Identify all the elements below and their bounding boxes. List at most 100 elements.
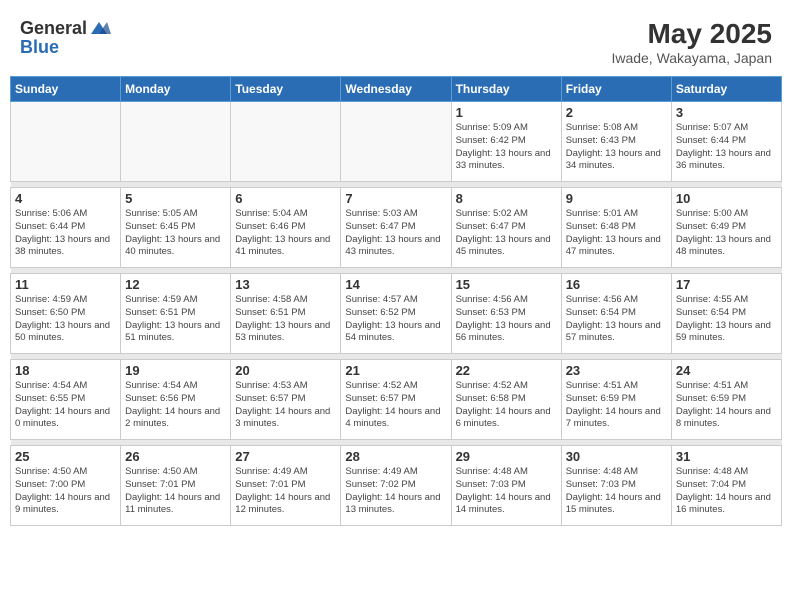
calendar-day: 31 Sunrise: 4:48 AMSunset: 7:04 PMDayligh… xyxy=(671,446,781,526)
sunset-info: Sunset: 6:52 PM xyxy=(345,307,415,318)
sunrise-info: Sunrise: 4:48 AM xyxy=(566,466,638,477)
sunset-info: Sunset: 7:02 PM xyxy=(345,479,415,490)
daylight-info: Daylight: 13 hours and 51 minutes. xyxy=(125,320,220,344)
sunset-info: Sunset: 6:55 PM xyxy=(15,393,85,404)
sunset-info: Sunset: 6:47 PM xyxy=(345,221,415,232)
day-info: Sunrise: 4:51 AMSunset: 6:59 PMDaylight:… xyxy=(566,380,667,431)
sunset-info: Sunset: 6:54 PM xyxy=(676,307,746,318)
daylight-info: Daylight: 13 hours and 43 minutes. xyxy=(345,234,440,258)
sunset-info: Sunset: 6:51 PM xyxy=(235,307,305,318)
logo-icon xyxy=(89,20,111,38)
page-container: General Blue May 2025 Iwade, Wakayama, J… xyxy=(10,10,782,526)
calendar-day: 25Sunrise: 4:50 AMSunset: 7:00 PMDayligh… xyxy=(11,446,121,526)
calendar-day: 26Sunrise: 4:50 AMSunset: 7:01 PMDayligh… xyxy=(121,446,231,526)
day-info: Sunrise: 5:04 AMSunset: 6:46 PMDaylight:… xyxy=(235,208,336,259)
sunrise-info: Sunrise: 4:57 AM xyxy=(345,294,417,305)
daylight-info: Daylight: 14 hours and 15 minutes. xyxy=(566,492,661,516)
sunrise-info: Sunrise: 4:49 AM xyxy=(345,466,417,477)
calendar-day: 21Sunrise: 4:52 AMSunset: 6:57 PMDayligh… xyxy=(341,360,451,440)
daylight-info: Daylight: 14 hours and 11 minutes. xyxy=(125,492,220,516)
daylight-info: Daylight: 14 hours and 7 minutes. xyxy=(566,406,661,430)
col-saturday: Saturday xyxy=(671,77,781,102)
sunset-info: Sunset: 6:56 PM xyxy=(125,393,195,404)
day-info: Sunrise: 4:58 AMSunset: 6:51 PMDaylight:… xyxy=(235,294,336,345)
day-info: Sunrise: 4:56 AMSunset: 6:53 PMDaylight:… xyxy=(456,294,557,345)
day-info: Sunrise: 5:03 AMSunset: 6:47 PMDaylight:… xyxy=(345,208,446,259)
day-number: 15 xyxy=(456,277,557,292)
sunrise-info: Sunrise: 4:59 AM xyxy=(125,294,197,305)
calendar-day: 23Sunrise: 4:51 AMSunset: 6:59 PMDayligh… xyxy=(561,360,671,440)
day-info: Sunrise: 4:48 AMSunset: 7:04 PMDaylight:… xyxy=(676,466,777,517)
calendar-day: 30Sunrise: 4:48 AMSunset: 7:03 PMDayligh… xyxy=(561,446,671,526)
col-thursday: Thursday xyxy=(451,77,561,102)
sunset-info: Sunset: 6:44 PM xyxy=(676,135,746,146)
day-number: 24 xyxy=(676,363,777,378)
daylight-info: Daylight: 14 hours and 3 minutes. xyxy=(235,406,330,430)
daylight-info: Daylight: 13 hours and 54 minutes. xyxy=(345,320,440,344)
col-tuesday: Tuesday xyxy=(231,77,341,102)
calendar-week-3: 11Sunrise: 4:59 AMSunset: 6:50 PMDayligh… xyxy=(11,274,782,354)
sunrise-info: Sunrise: 5:09 AM xyxy=(456,122,528,133)
daylight-info: Daylight: 13 hours and 57 minutes. xyxy=(566,320,661,344)
day-number: 25 xyxy=(15,449,116,464)
day-info: Sunrise: 5:05 AMSunset: 6:45 PMDaylight:… xyxy=(125,208,226,259)
daylight-info: Daylight: 14 hours and 6 minutes. xyxy=(456,406,551,430)
calendar-day: 10Sunrise: 5:00 AMSunset: 6:49 PMDayligh… xyxy=(671,188,781,268)
day-number: 26 xyxy=(125,449,226,464)
day-number: 4 xyxy=(15,191,116,206)
sunrise-info: Sunrise: 4:54 AM xyxy=(15,380,87,391)
daylight-info: Daylight: 13 hours and 41 minutes. xyxy=(235,234,330,258)
calendar-day: 12Sunrise: 4:59 AMSunset: 6:51 PMDayligh… xyxy=(121,274,231,354)
calendar-day: 13Sunrise: 4:58 AMSunset: 6:51 PMDayligh… xyxy=(231,274,341,354)
header: General Blue May 2025 Iwade, Wakayama, J… xyxy=(10,10,782,70)
day-info: Sunrise: 4:48 AMSunset: 7:03 PMDaylight:… xyxy=(456,466,557,517)
day-number: 18 xyxy=(15,363,116,378)
calendar-day: 8Sunrise: 5:02 AMSunset: 6:47 PMDaylight… xyxy=(451,188,561,268)
title-area: May 2025 Iwade, Wakayama, Japan xyxy=(611,18,772,66)
day-info: Sunrise: 4:59 AMSunset: 6:50 PMDaylight:… xyxy=(15,294,116,345)
calendar-week-2: 4 Sunrise: 5:06 AMSunset: 6:44 PMDaylight… xyxy=(11,188,782,268)
calendar-day: 2Sunrise: 5:08 AMSunset: 6:43 PMDaylight… xyxy=(561,102,671,182)
logo: General Blue xyxy=(20,18,111,58)
day-info: Sunrise: 4:52 AMSunset: 6:58 PMDaylight:… xyxy=(456,380,557,431)
day-info: Sunrise: 4:57 AM Sunset: 6:52 PM Daylight:… xyxy=(345,294,446,345)
day-number: 20 xyxy=(235,363,336,378)
day-info: Sunrise: 4:52 AMSunset: 6:57 PMDaylight:… xyxy=(345,380,446,431)
sunset-info: Sunset: 7:01 PM xyxy=(235,479,305,490)
day-info: Sunrise: 5:02 AMSunset: 6:47 PMDaylight:… xyxy=(456,208,557,259)
sunrise-info: Sunrise: 5:01 AM xyxy=(566,208,638,219)
day-number: 7 xyxy=(345,191,446,206)
day-number: 16 xyxy=(566,277,667,292)
sunset-info: Sunset: 6:44 PM xyxy=(15,221,85,232)
sunset-info: Sunset: 6:45 PM xyxy=(125,221,195,232)
day-number: 31 xyxy=(676,449,777,464)
day-number: 27 xyxy=(235,449,336,464)
calendar-day: 9Sunrise: 5:01 AMSunset: 6:48 PMDaylight… xyxy=(561,188,671,268)
day-number: 19 xyxy=(125,363,226,378)
sunset-info: Sunset: 6:59 PM xyxy=(676,393,746,404)
sunset-info: Sunset: 6:54 PM xyxy=(566,307,636,318)
day-info: Sunrise: 5:06 AMSunset: 6:44 PMDaylight:… xyxy=(15,208,116,259)
sunset-info: Sunset: 6:47 PM xyxy=(456,221,526,232)
month-year-title: May 2025 xyxy=(611,18,772,50)
calendar-day xyxy=(11,102,121,182)
sunrise-info: Sunrise: 4:49 AM xyxy=(235,466,307,477)
daylight-info: Daylight: 14 hours and 14 minutes. xyxy=(456,492,551,516)
calendar-day: 15 Sunrise: 4:56 AMSunset: 6:53 PMDayligh… xyxy=(451,274,561,354)
calendar-day: 24Sunrise: 4:51 AMSunset: 6:59 PMDayligh… xyxy=(671,360,781,440)
sunrise-info: Sunrise: 4:51 AM xyxy=(566,380,638,391)
sunrise-info: Sunrise: 5:07 AM xyxy=(676,122,748,133)
col-wednesday: Wednesday xyxy=(341,77,451,102)
daylight-info: Daylight: 13 hours and 48 minutes. xyxy=(676,234,771,258)
day-number: 28 xyxy=(345,449,446,464)
day-number: 5 xyxy=(125,191,226,206)
day-info: Sunrise: 5:00 AMSunset: 6:49 PMDaylight:… xyxy=(676,208,777,259)
day-number: 22 xyxy=(456,363,557,378)
col-monday: Monday xyxy=(121,77,231,102)
day-number: 17 xyxy=(676,277,777,292)
day-info: Sunrise: 4:49 AMSunset: 7:02 PMDaylight:… xyxy=(345,466,446,517)
calendar-week-1: 1Sunrise: 5:09 AMSunset: 6:42 PMDaylight… xyxy=(11,102,782,182)
calendar-day: 4 Sunrise: 5:06 AMSunset: 6:44 PMDaylight… xyxy=(11,188,121,268)
calendar-day: 7 Sunrise: 5:03 AMSunset: 6:47 PMDaylight… xyxy=(341,188,451,268)
calendar-week-4: 18 Sunrise: 4:54 AM Sunset: 6:55 PM Dayligh… xyxy=(11,360,782,440)
